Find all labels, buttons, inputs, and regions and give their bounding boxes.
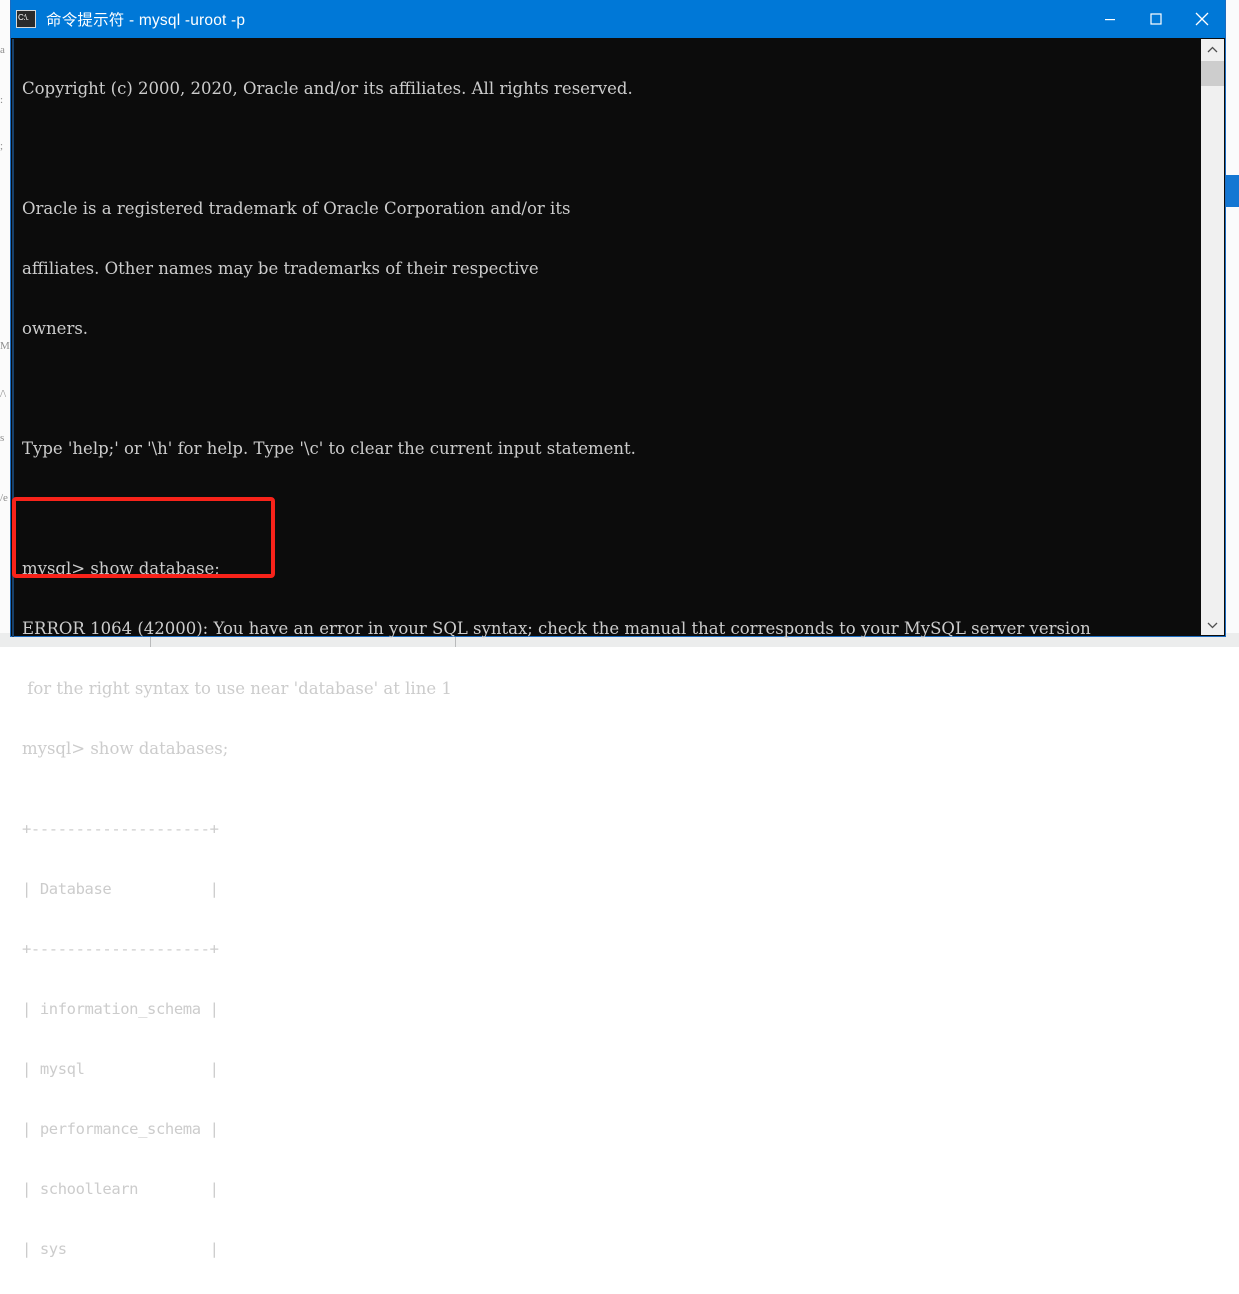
bg-fragment: ; [0,140,4,152]
table-row: | schoollearn | [22,1180,219,1198]
window-title: 命令提示符 - mysql -uroot -p [46,12,246,29]
scrollbar-thumb[interactable] [1201,61,1224,86]
scroll-up-button[interactable] [1201,39,1224,60]
bg-fragment: /e [0,492,8,504]
table-top-rule: +--------------------+ [22,820,219,838]
window-titlebar[interactable]: 命令提示符 - mysql -uroot -p [11,0,1225,38]
bg-fragment: /\ [0,388,7,400]
cmd-console-icon [16,10,36,28]
desktop-background: a : ; M /\ s /e T ar l 命令提示符 - mysql -ur… [0,0,1239,1258]
minimize-button[interactable] [1087,0,1133,38]
table-row: | sys | [22,1240,219,1258]
table-mid-rule: +--------------------+ [22,940,219,958]
bg-fragment: a [0,44,5,56]
terminal-left-edge [12,39,14,637]
terminal-scrollbar[interactable] [1201,39,1224,635]
terminal-error-line: ERROR 1064 (42000): You have an error in… [22,619,1091,638]
terminal-line: Oracle is a registered trademark of Orac… [22,199,571,218]
table-row: | performance_schema | [22,1120,219,1138]
close-button[interactable] [1179,0,1225,38]
background-left-fragment-strip: a : ; M /\ s /e [0,0,11,633]
terminal-line: owners. [22,319,89,338]
terminal-error-line-cont: for the right syntax to use near 'databa… [22,679,452,698]
terminal-output-area[interactable]: Copyright (c) 2000, 2020, Oracle and/or … [11,38,1225,1258]
table-header-row: | Database | [22,880,219,898]
window-controls [1087,0,1225,38]
bg-fragment: : [0,94,4,106]
scroll-down-button[interactable] [1201,614,1224,635]
command-prompt-window: 命令提示符 - mysql -uroot -p [11,0,1225,1258]
bg-fragment: s [0,432,5,444]
terminal-line: Copyright (c) 2000, 2020, Oracle and/or … [22,79,633,98]
terminal-line: Type 'help;' or '\h' for help. Type '\c'… [22,439,636,458]
terminal-text-content: Copyright (c) 2000, 2020, Oracle and/or … [22,39,1216,1294]
table-row: | information_schema | [22,1000,219,1018]
terminal-line: affiliates. Other names may be trademark… [22,259,539,278]
terminal-command-line: mysql> show databases; [22,739,229,758]
maximize-button[interactable] [1133,0,1179,38]
bg-fragment: M [0,340,10,352]
table-row: | mysql | [22,1060,219,1078]
terminal-command-line: mysql> show database; [22,559,220,578]
